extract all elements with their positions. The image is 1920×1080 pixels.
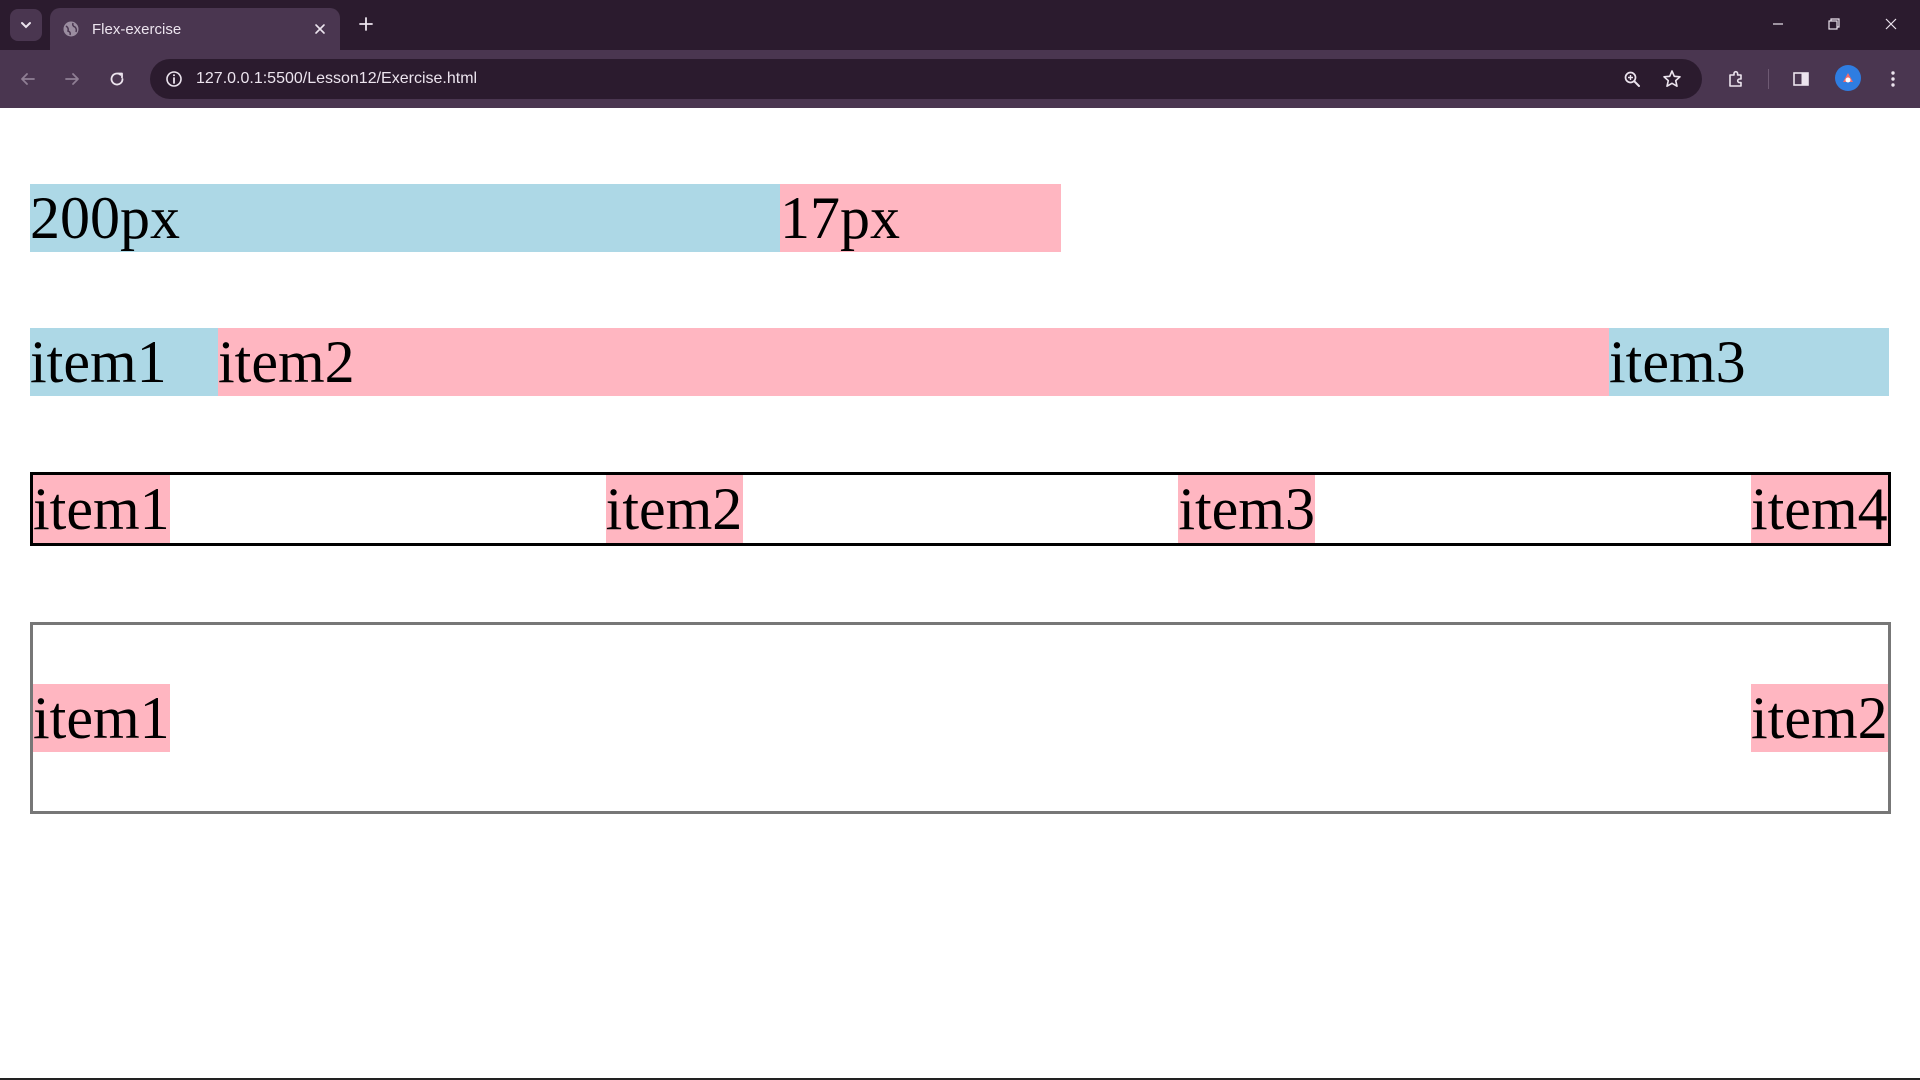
- flex-item-4: item4: [1750, 475, 1888, 543]
- star-icon: [1663, 70, 1681, 87]
- back-arrow-icon: [21, 73, 35, 85]
- browser-toolbar: 127.0.0.1:5500/Lesson12/Exercise.html: [0, 50, 1920, 108]
- restore-icon: [1828, 18, 1840, 30]
- info-icon: [166, 71, 182, 87]
- flex-item-1: item1: [30, 328, 218, 396]
- flex-item-2: item2: [1751, 684, 1888, 752]
- kebab-menu-icon: [1891, 71, 1895, 87]
- globe-icon: [62, 20, 80, 38]
- flex-item-200px: 200px: [30, 184, 780, 252]
- browser-titlebar: Flex-exercise: [0, 0, 1920, 50]
- flex-item-1: item1: [33, 684, 170, 752]
- flex-item-2: item2: [218, 328, 1609, 396]
- side-panel-icon: [1793, 72, 1809, 86]
- address-bar[interactable]: 127.0.0.1:5500/Lesson12/Exercise.html: [150, 59, 1702, 99]
- side-panel-button[interactable]: [1785, 63, 1817, 95]
- reload-button[interactable]: [101, 63, 133, 95]
- url-text[interactable]: 127.0.0.1:5500/Lesson12/Exercise.html: [196, 59, 477, 99]
- extensions-button[interactable]: [1720, 63, 1752, 95]
- tab-close-button[interactable]: [306, 15, 334, 43]
- new-tab-button[interactable]: [352, 10, 380, 38]
- close-icon: [315, 24, 325, 34]
- flex-item-1: item1: [33, 475, 170, 543]
- page-content: 200px 17px item1 item2 item3 item1 item2…: [0, 108, 1920, 1080]
- close-window-button[interactable]: [1868, 6, 1914, 42]
- forward-button[interactable]: [56, 63, 88, 95]
- plus-icon: [359, 17, 373, 31]
- profile-avatar[interactable]: [1835, 65, 1861, 91]
- close-icon: [1885, 18, 1897, 30]
- flex-item-2: item2: [605, 475, 743, 543]
- reload-icon: [110, 72, 124, 86]
- flex-row-1: 200px 17px: [30, 184, 1061, 252]
- chevron-down-icon: [21, 22, 31, 29]
- zoom-button[interactable]: [1618, 65, 1646, 93]
- puzzle-icon: [1729, 70, 1742, 87]
- toolbar-divider: [1768, 69, 1769, 89]
- site-info-button[interactable]: [160, 65, 188, 93]
- bookmark-button[interactable]: [1658, 65, 1686, 93]
- forward-arrow-icon: [65, 73, 79, 85]
- zoom-icon: [1624, 71, 1640, 87]
- browser-tab[interactable]: Flex-exercise: [50, 8, 340, 50]
- menu-button[interactable]: [1877, 63, 1909, 95]
- flex-item-3: item3: [1178, 475, 1316, 543]
- minimize-icon: [1773, 23, 1783, 25]
- flex-item-17px: 17px: [780, 184, 1061, 252]
- avatar-icon: [1843, 73, 1853, 83]
- flex-item-3: item3: [1609, 328, 1889, 396]
- space-between-container: item1 item2 item3 item4: [30, 472, 1891, 546]
- restore-button[interactable]: [1811, 6, 1857, 42]
- centered-container: item1 item2: [30, 622, 1891, 814]
- minimize-button[interactable]: [1755, 6, 1801, 42]
- back-button[interactable]: [12, 63, 44, 95]
- tab-title: Flex-exercise: [92, 20, 182, 38]
- flex-row-2: item1 item2 item3: [30, 328, 1889, 396]
- tab-search-button[interactable]: [10, 9, 42, 41]
